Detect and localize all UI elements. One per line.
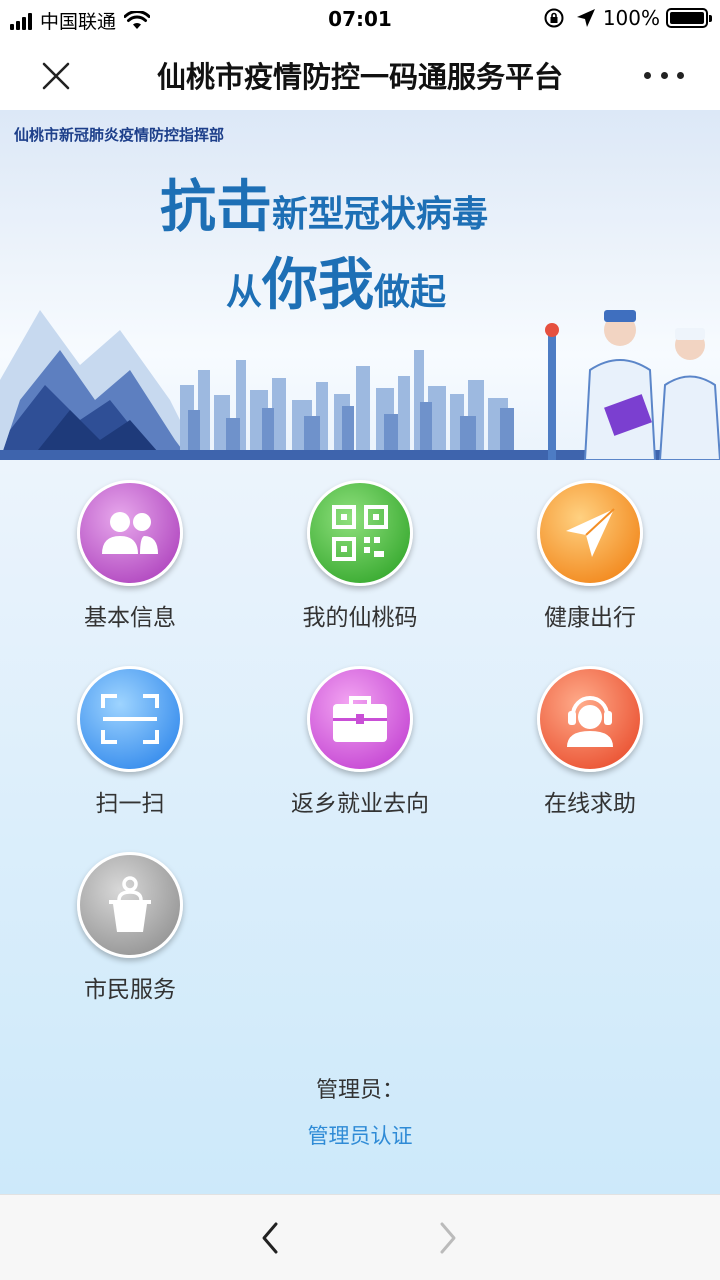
tile-label: 健康出行 (544, 605, 636, 631)
scan-icon (77, 666, 183, 772)
battery-icon (666, 8, 712, 28)
banner-line1-small: 新型冠状病毒 (272, 194, 489, 235)
qr-code-icon (307, 480, 413, 586)
tile-label: 在线求助 (544, 791, 636, 817)
people-icon (77, 480, 183, 586)
banner-org: 仙桃市新冠肺炎疫情防控指挥部 (14, 126, 225, 144)
chevron-right-icon[interactable] (436, 1221, 460, 1255)
admin-label: 管理员： (315, 1078, 404, 1103)
tile-label: 市民服务 (84, 977, 176, 1003)
tile-label: 基本信息 (84, 605, 176, 631)
status-bar: 中国联通 07:01 100% (0, 0, 720, 38)
page-title: 仙桃市疫情防控一码通服务平台 (156, 60, 563, 94)
tile-label: 我的仙桃码 (302, 605, 418, 631)
tile-scan[interactable]: 扫一扫 (15, 666, 245, 836)
tile-my-code[interactable]: 我的仙桃码 (245, 480, 475, 650)
tile-return-employment[interactable]: 返乡就业去向 (245, 666, 475, 836)
city-skyline-illustration (0, 310, 720, 460)
tile-label: 扫一扫 (95, 791, 165, 817)
banner-image: 仙桃市新冠肺炎疫情防控指挥部 抗击新型冠状病毒 从你我做起 (0, 110, 720, 460)
banner-line1-big: 抗击 (160, 175, 272, 240)
briefcase-icon (307, 666, 413, 772)
tile-health-travel[interactable]: 健康出行 (475, 480, 705, 650)
more-dots-icon[interactable] (644, 60, 684, 90)
status-right: 100% (543, 6, 712, 30)
headset-agent-icon (537, 666, 643, 772)
paper-plane-icon (537, 480, 643, 586)
podium-person-icon (77, 852, 183, 958)
banner-headline-1: 抗击新型冠状病毒 (160, 162, 488, 243)
tile-online-help[interactable]: 在线求助 (475, 666, 705, 836)
battery-percent: 100% (602, 6, 660, 30)
tile-citizen-service[interactable]: 市民服务 (15, 852, 245, 1022)
chevron-left-icon[interactable] (258, 1221, 282, 1255)
tile-label: 返乡就业去向 (291, 791, 429, 817)
location-arrow-icon (576, 9, 595, 27)
nav-bar: 仙桃市疫情防控一码通服务平台 (0, 38, 720, 110)
close-icon[interactable] (36, 56, 76, 96)
admin-certification-link[interactable]: 管理员认证 (0, 1120, 720, 1150)
browser-toolbar (0, 1194, 720, 1280)
tile-basic-info[interactable]: 基本信息 (15, 480, 245, 650)
main-menu: 基本信息 我的仙桃码 健康出行 扫一扫 返乡就业去向 在线求助 市民服务 管理员… (0, 460, 720, 1194)
rotation-lock-icon (544, 8, 564, 28)
